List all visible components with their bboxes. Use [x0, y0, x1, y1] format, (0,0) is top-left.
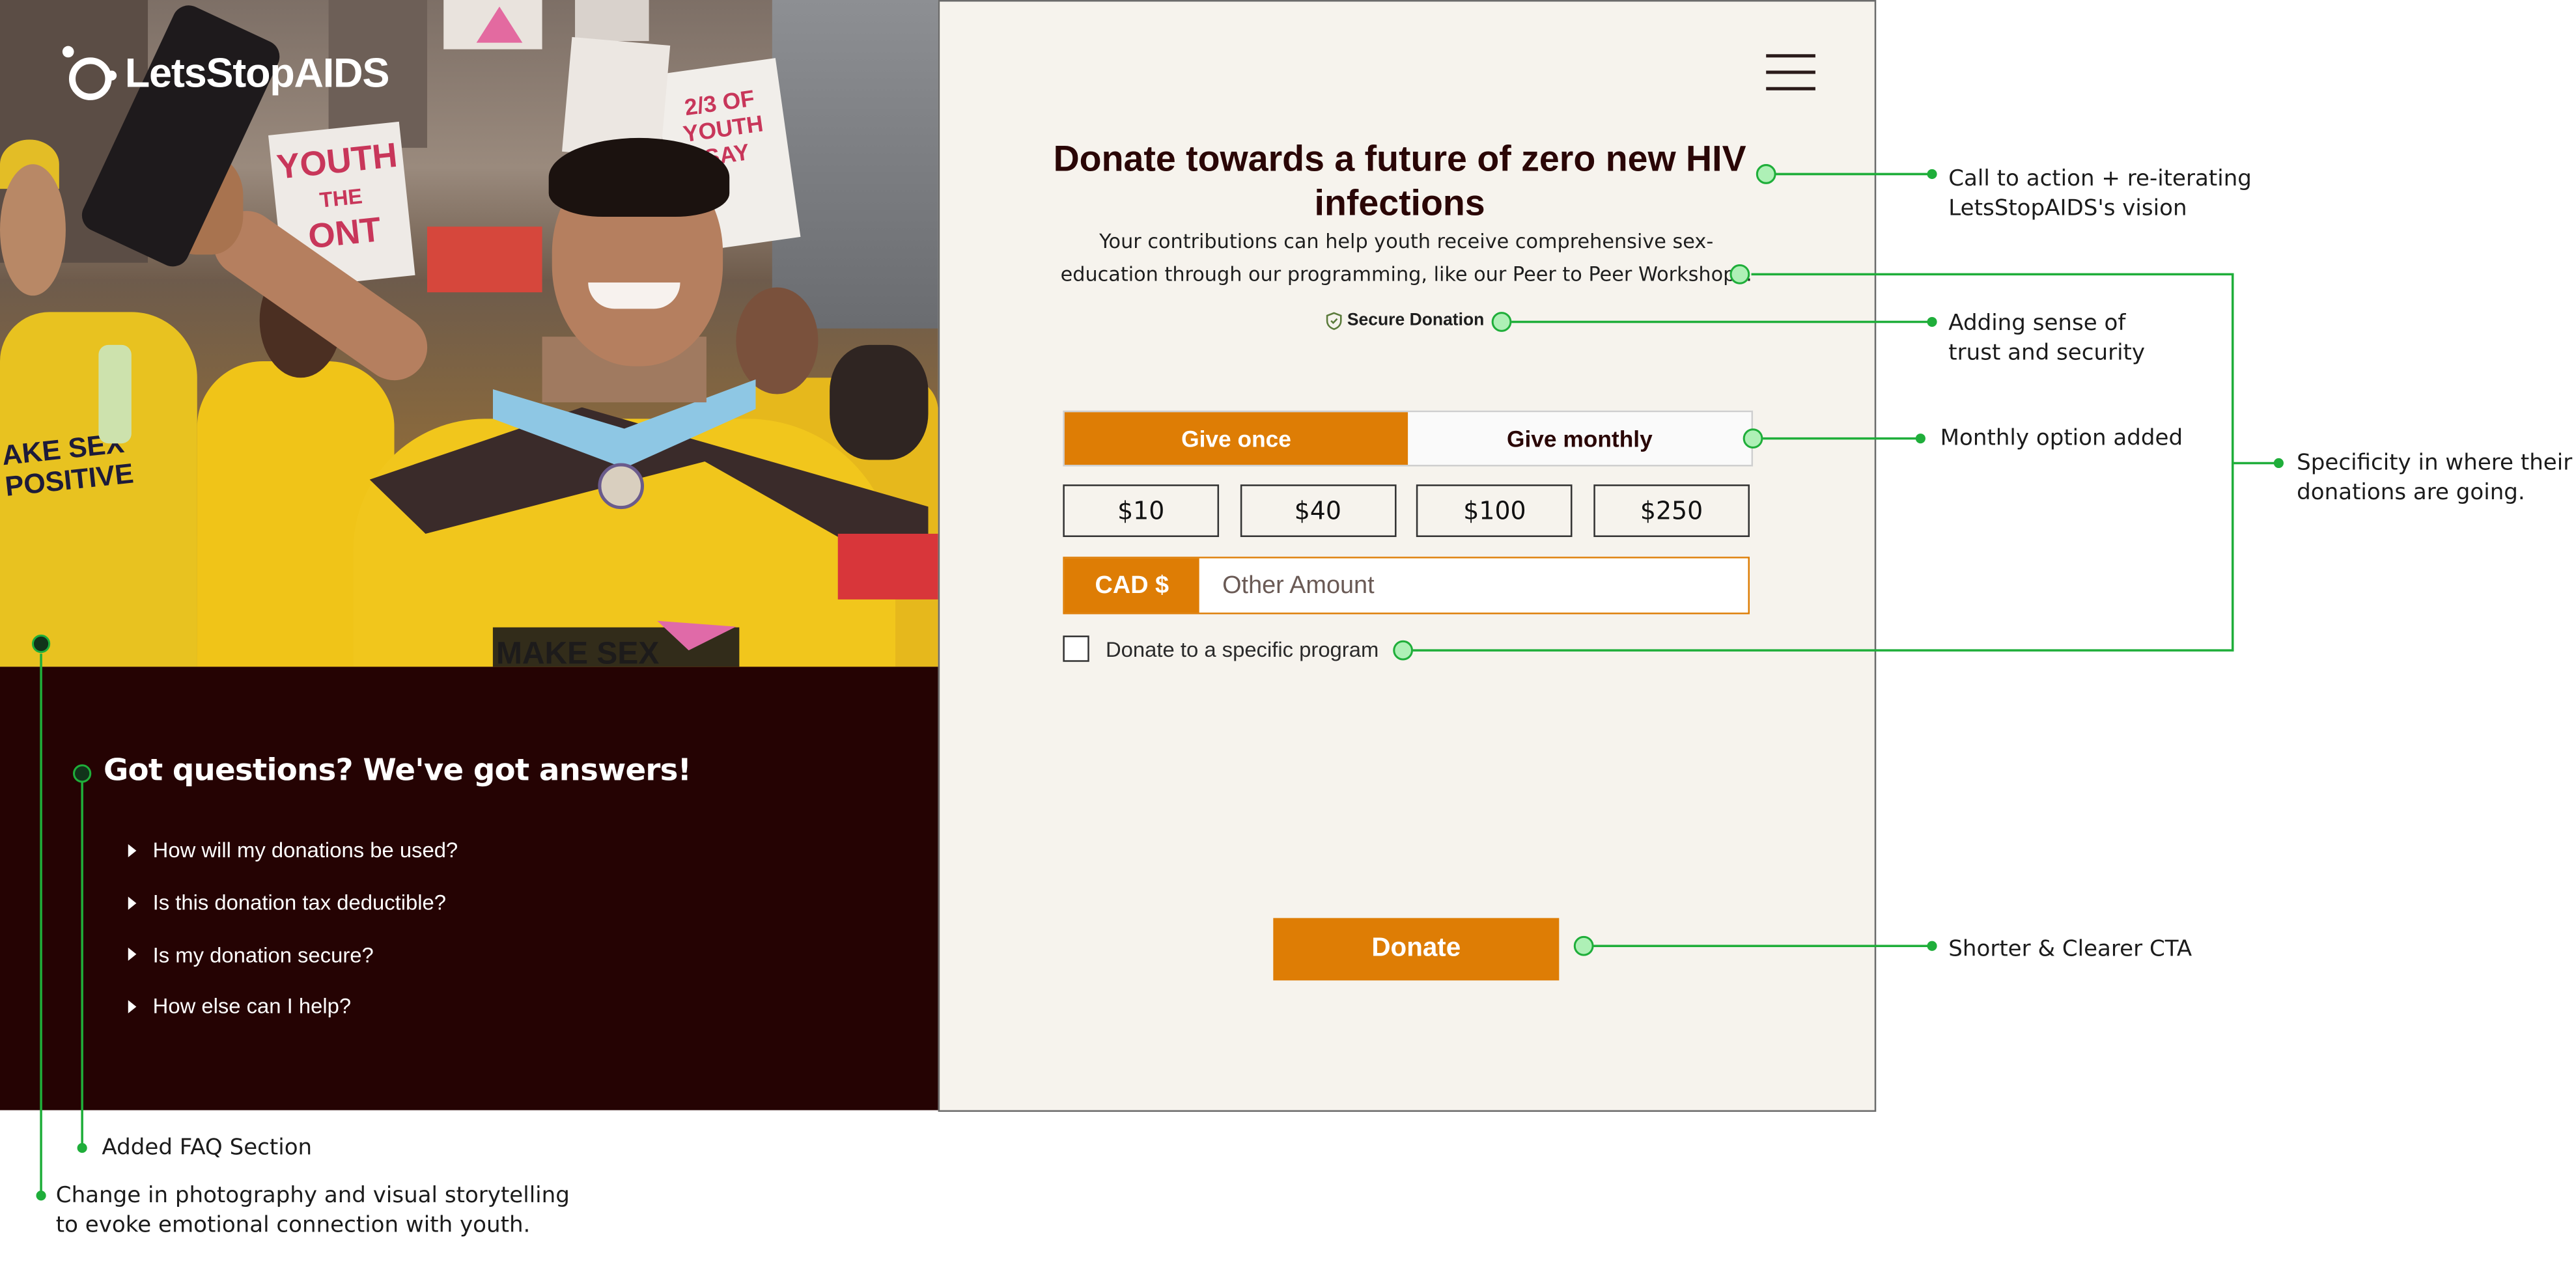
annotation-specificity: Specificity in where their donations are … [2297, 450, 2573, 505]
annotation-faq: Added FAQ Section [102, 1135, 313, 1161]
annotation-monthly: Monthly option added [1940, 425, 2183, 452]
annotation-trust: Adding sense of trust and security [1948, 310, 2146, 366]
annotation-photography: Change in photography and visual storyte… [55, 1182, 570, 1238]
annotation-shorter-cta: Shorter & Clearer CTA [1948, 936, 2192, 963]
annotation-cta: Call to action + re-iterating LetsStopAID… [1948, 165, 2252, 221]
